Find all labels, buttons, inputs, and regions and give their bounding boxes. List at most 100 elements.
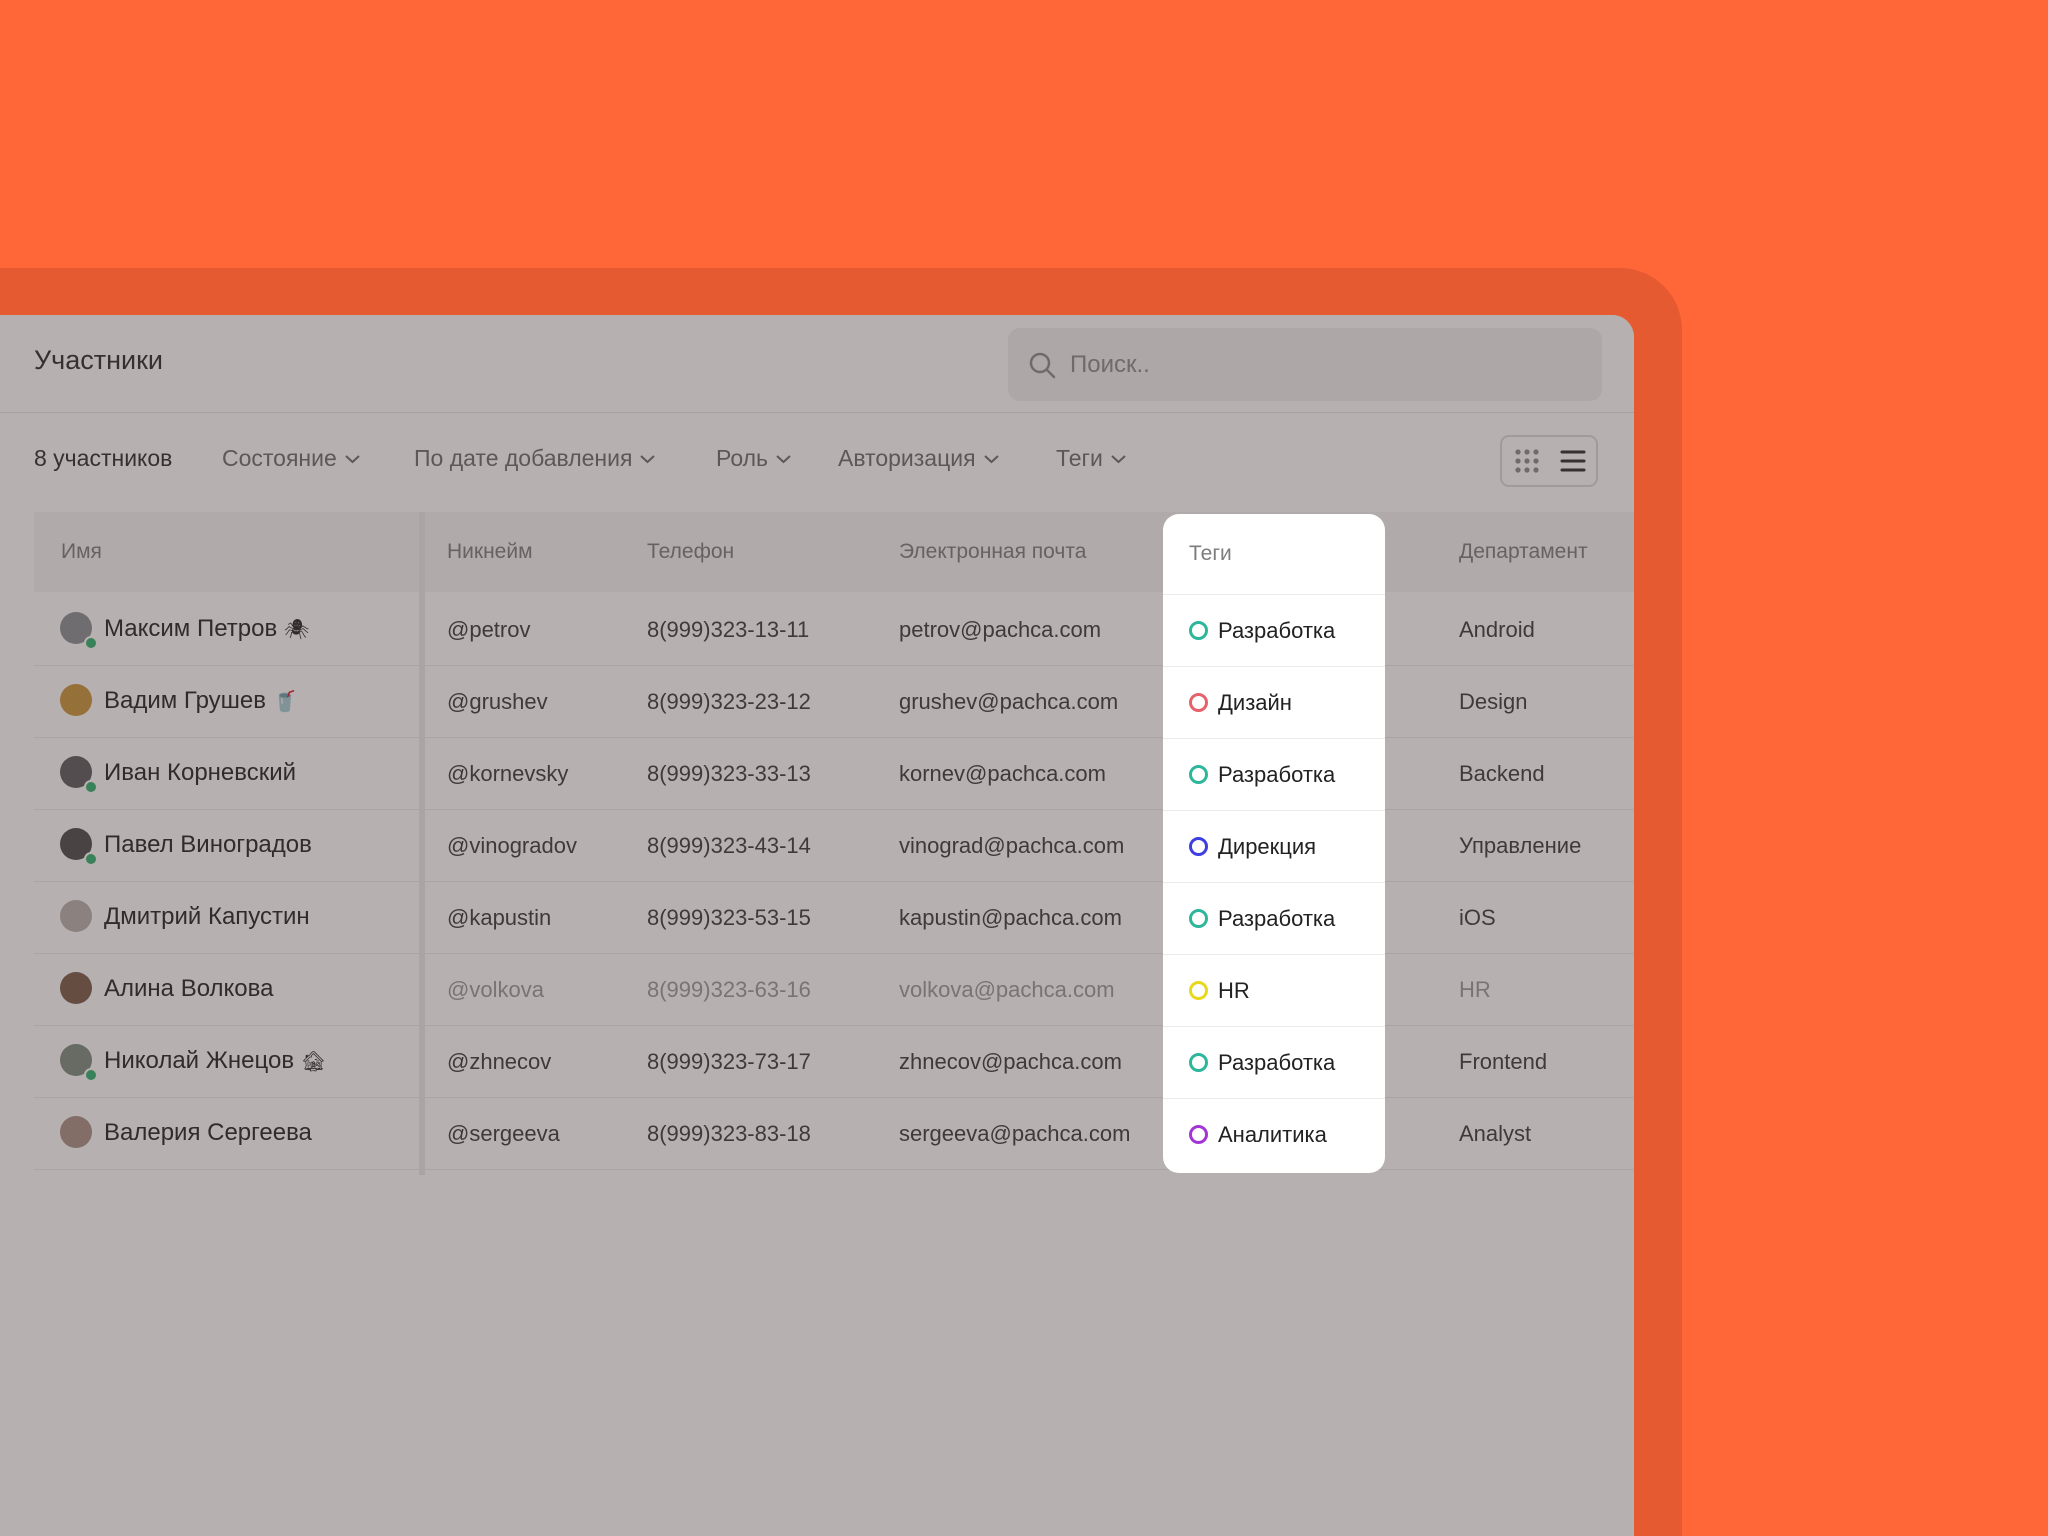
member-phone: 8(999)323-33-13 [647, 761, 811, 786]
tags-column-highlight: Теги Разработка Дизайн Разработка Дирекция Р… [1163, 514, 1385, 1173]
member-department: Android [1459, 617, 1535, 642]
member-email[interactable]: volkova@pachca.com [899, 977, 1115, 1003]
chevron-down-icon [345, 455, 360, 464]
member-phone: 8(999)323-83-18 [647, 1121, 811, 1146]
search-placeholder: Поиск.. [1070, 351, 1150, 378]
member-nick: @grushev [447, 689, 548, 714]
member-name[interactable]: Вадим Грушев 🥤 [104, 687, 298, 715]
tag-cell[interactable]: Разработка [1163, 1026, 1385, 1099]
member-name[interactable]: Максим Петров 🕷 [104, 615, 309, 643]
table-row[interactable]: Николай Жнецов 🏚 @zhnecov 8(999)323-73-17 z… [34, 1025, 1634, 1098]
member-email[interactable]: sergeeva@pachca.com [899, 1121, 1130, 1147]
column-header-name[interactable]: Имя [61, 540, 102, 564]
member-nick: @kapustin [447, 905, 552, 930]
tag-color-icon [1189, 621, 1208, 640]
filter-auth-dropdown[interactable]: Авторизация [838, 445, 999, 472]
search-input[interactable]: Поиск.. [1008, 328, 1602, 401]
tag-label: Разработка [1218, 906, 1336, 931]
tag-color-icon [1189, 765, 1208, 784]
member-nick: @vinogradov [447, 833, 577, 858]
page-header: Участники Поиск.. [0, 315, 1634, 413]
member-email[interactable]: kapustin@pachca.com [899, 905, 1122, 931]
tag-color-icon [1189, 1125, 1208, 1144]
member-department: HR [1459, 977, 1491, 1002]
avatar [60, 1116, 92, 1148]
member-phone: 8(999)323-23-12 [647, 689, 811, 714]
filter-role-dropdown[interactable]: Роль [716, 445, 791, 472]
member-name[interactable]: Дмитрий Капустин [104, 903, 310, 931]
member-phone: 8(999)323-43-14 [647, 833, 811, 858]
column-header-nick[interactable]: Никнейм [447, 540, 533, 564]
member-name[interactable]: Валерия Сергеева [104, 1119, 312, 1147]
table-row[interactable]: Валерия Сергеева @sergeeva 8(999)323-83-1… [34, 1097, 1634, 1170]
table-header: Имя Никнейм Телефон Электронная почта Де… [34, 512, 1634, 592]
member-department: Analyst [1459, 1121, 1532, 1146]
member-name[interactable]: Николай Жнецов 🏚 [104, 1047, 326, 1075]
view-toggle [1500, 435, 1598, 487]
tag-color-icon [1189, 981, 1208, 1000]
avatar [60, 684, 92, 716]
tag-label: Дирекция [1218, 834, 1317, 859]
filter-tags-dropdown[interactable]: Теги [1056, 445, 1126, 472]
member-name[interactable]: Павел Виноградов [104, 831, 312, 859]
table-row[interactable]: Вадим Грушев 🥤 @grushev 8(999)323-23-12 gru… [34, 665, 1634, 738]
tag-color-icon [1189, 1053, 1208, 1072]
list-view-icon[interactable] [1560, 449, 1586, 473]
member-email[interactable]: vinograd@pachca.com [899, 833, 1124, 859]
filter-status-dropdown[interactable]: Состояние [222, 445, 360, 472]
member-email[interactable]: grushev@pachca.com [899, 689, 1118, 715]
tag-label: Разработка [1218, 762, 1336, 787]
page-title: Участники [34, 345, 163, 375]
tag-cell[interactable]: Разработка [1163, 882, 1385, 955]
table-row[interactable]: Иван Корневский @kornevsky 8(999)323-33-1… [34, 737, 1634, 810]
member-nick: @kornevsky [447, 761, 569, 786]
tag-cell[interactable]: Дирекция [1163, 810, 1385, 883]
avatar [60, 972, 92, 1004]
member-nick: @zhnecov [447, 1049, 552, 1074]
tag-cell[interactable]: HR [1163, 954, 1385, 1027]
tag-label: Аналитика [1218, 1122, 1327, 1147]
member-phone: 8(999)323-13-11 [647, 617, 810, 642]
tag-label: Разработка [1218, 1050, 1336, 1075]
column-header-phone[interactable]: Телефон [647, 540, 734, 564]
member-email[interactable]: zhnecov@pachca.com [899, 1049, 1122, 1075]
table-row[interactable]: Дмитрий Капустин @kapustin 8(999)323-53-1… [34, 881, 1634, 954]
chevron-down-icon [1111, 455, 1126, 464]
column-header-department[interactable]: Департамент [1459, 540, 1588, 564]
chevron-down-icon [983, 455, 999, 464]
table-row[interactable]: Максим Петров 🕷 @petrov 8(999)323-13-11 pet… [34, 593, 1634, 666]
tag-label: Разработка [1218, 618, 1336, 643]
member-phone: 8(999)323-73-17 [647, 1049, 811, 1074]
members-window: Участники Поиск.. 8 участников Состояние… [0, 315, 1634, 1536]
filter-sort-dropdown[interactable]: По дате добавления [414, 445, 656, 472]
member-department: iOS [1459, 905, 1496, 930]
status-emoji: 🥤 [272, 691, 298, 713]
member-department: Управление [1459, 833, 1582, 858]
tag-cell[interactable]: Аналитика [1163, 1098, 1385, 1170]
member-name[interactable]: Алина Волкова [104, 975, 273, 1003]
column-header-email[interactable]: Электронная почта [899, 540, 1086, 564]
chevron-down-icon [776, 455, 791, 464]
member-nick: @sergeeva [447, 1121, 560, 1146]
avatar [60, 900, 92, 932]
members-count: 8 участников [34, 445, 173, 471]
online-indicator [84, 636, 98, 650]
member-department: Frontend [1459, 1049, 1548, 1074]
tag-color-icon [1189, 693, 1208, 712]
table-row[interactable]: Павел Виноградов @vinogradov 8(999)323-43… [34, 809, 1634, 882]
tag-cell[interactable]: Дизайн [1163, 666, 1385, 739]
tag-label: HR [1218, 978, 1250, 1003]
table-row[interactable]: Алина Волкова @volkova 8(999)323-63-16 vol… [34, 953, 1634, 1026]
member-email[interactable]: petrov@pachca.com [899, 617, 1101, 643]
online-indicator [84, 780, 98, 794]
grid-view-icon[interactable] [1514, 448, 1540, 474]
member-nick: @volkova [447, 977, 544, 1002]
tag-cell[interactable]: Разработка [1163, 738, 1385, 811]
tag-cell[interactable]: Разработка [1163, 594, 1385, 667]
column-header-tags[interactable]: Теги [1163, 514, 1385, 595]
member-department: Design [1459, 689, 1528, 714]
tag-color-icon [1189, 909, 1208, 928]
member-email[interactable]: kornev@pachca.com [899, 761, 1106, 787]
filter-toolbar: 8 участников Состояние По дате добавлени… [0, 412, 1634, 507]
member-name[interactable]: Иван Корневский [104, 759, 296, 787]
